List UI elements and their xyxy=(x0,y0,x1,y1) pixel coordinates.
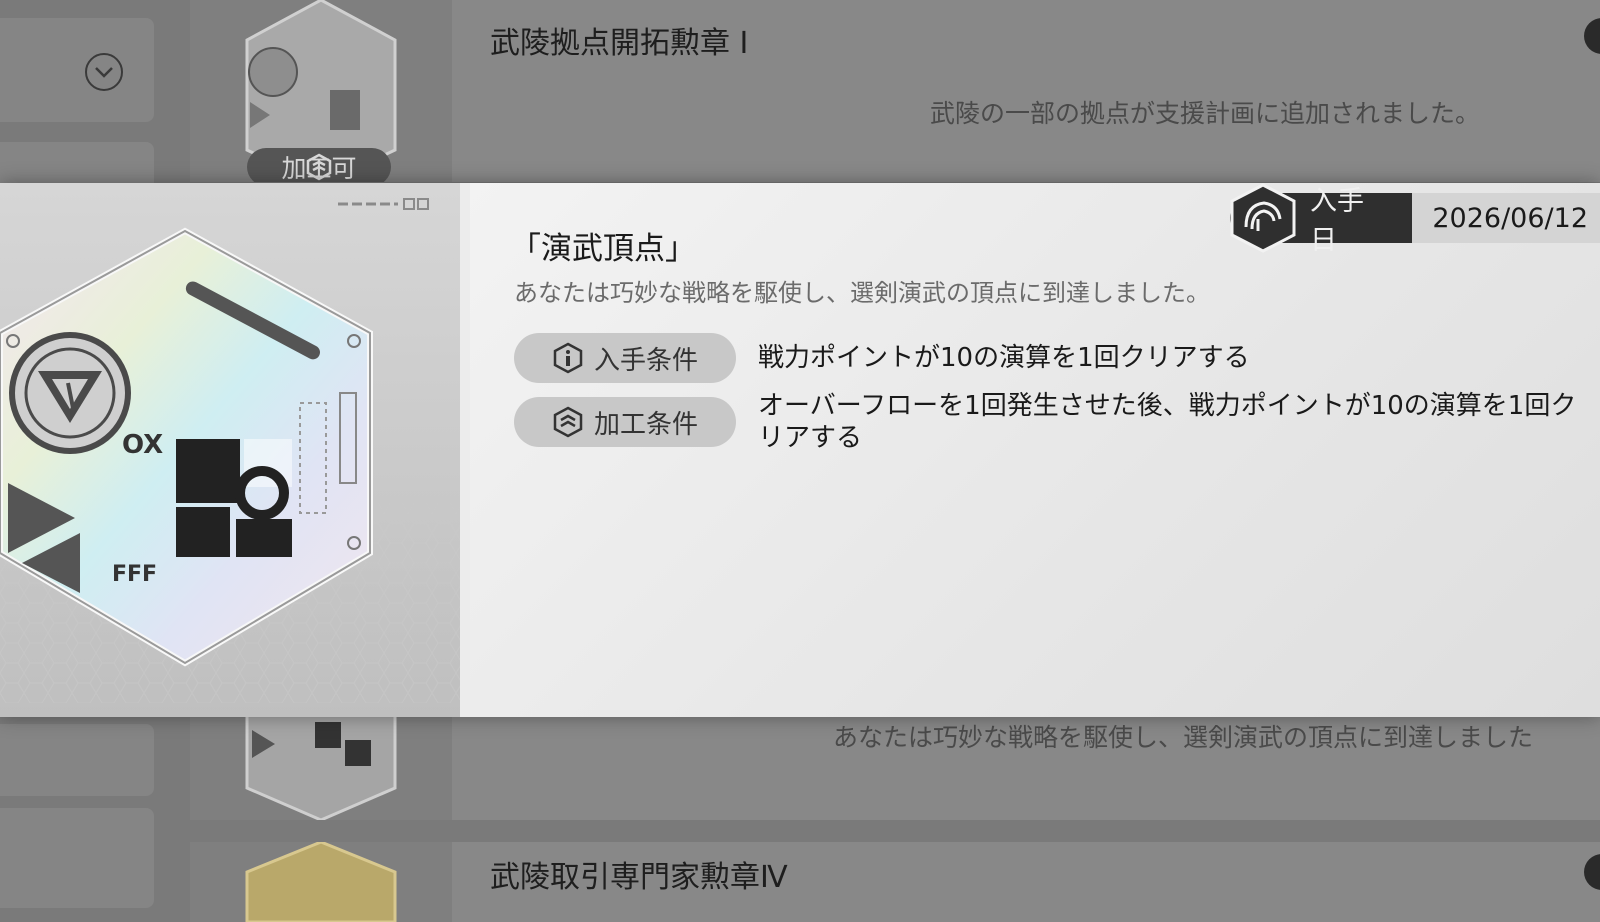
medal-thumbnail xyxy=(190,842,452,922)
medal-thumbnail-image xyxy=(245,842,397,922)
medal-text-ox: OX xyxy=(122,430,163,460)
craft-condition-label: 加工条件 xyxy=(593,409,698,440)
list-item[interactable]: あなたは巧妙な戦略を駆使し、選剣演武の頂点に到達しました xyxy=(190,700,1600,820)
medal-thumbnail xyxy=(190,700,452,820)
list-item-marker xyxy=(1584,854,1600,890)
medal-detail-panel: OX FFF 「演武頂点」 あなたは巧妙な戦略を駆使し、選剣演武の頂点に到達しま… xyxy=(0,183,1600,717)
list-item-title: 武陵取引専門家勲章Ⅳ xyxy=(490,860,788,895)
decor-bars xyxy=(338,198,429,210)
medal-thumbnail: 加工可 xyxy=(190,0,452,182)
craft-condition-tag: 加工条件 xyxy=(514,397,736,447)
obtain-condition-label: 入手条件 xyxy=(593,345,698,376)
medal-artwork: OX FFF xyxy=(0,227,460,703)
acquired-emblem-icon xyxy=(1230,183,1296,253)
craft-hex-icon xyxy=(306,153,332,181)
medal-thumbnail-image xyxy=(245,700,397,820)
acquired-date: 2026/06/12 xyxy=(1412,193,1600,243)
info-hex-icon xyxy=(553,342,583,374)
list-item-marker xyxy=(1584,18,1600,54)
medal-description: あなたは巧妙な戦略を駆使し、選剣演武の頂点に到達しました。 xyxy=(514,279,1210,307)
list-item-description: 武陵の一部の拠点が支援計画に追加されました。 xyxy=(930,99,1481,128)
sidebar-card-top[interactable] xyxy=(0,18,154,122)
craft-condition-text: オーバーフローを1回発生させた後、戦力ポイントが10の演算を1回クリアする xyxy=(758,391,1577,453)
chevron-down-icon[interactable] xyxy=(84,52,124,92)
list-item-title: 武陵拠点開拓勲章 I xyxy=(490,26,749,61)
sidebar-card-4[interactable] xyxy=(0,808,154,908)
sidebar-card-3[interactable] xyxy=(0,724,154,796)
craftable-badge: 加工可 xyxy=(247,148,391,182)
obtain-condition-tag: 入手条件 xyxy=(514,333,736,383)
list-item-description: あなたは巧妙な戦略を駆使し、選剣演武の頂点に到達しました xyxy=(833,723,1534,752)
list-item[interactable]: 武陵取引専門家勲章Ⅳ xyxy=(190,842,1600,922)
medal-artwork-panel: OX FFF xyxy=(0,183,460,717)
medal-title: 「演武頂点」 xyxy=(510,231,696,267)
obtain-condition-text: 戦力ポイントが10の演算を1回クリアする xyxy=(758,343,1250,373)
acquired-date-box: 入手日 2026/06/12 xyxy=(1230,183,1600,256)
list-item[interactable]: 加工可 武陵拠点開拓勲章 I 武陵の一部の拠点が支援計画に追加されました。 xyxy=(190,0,1600,182)
craft-hex-icon xyxy=(553,406,583,438)
medal-text-fff: FFF xyxy=(112,562,157,587)
